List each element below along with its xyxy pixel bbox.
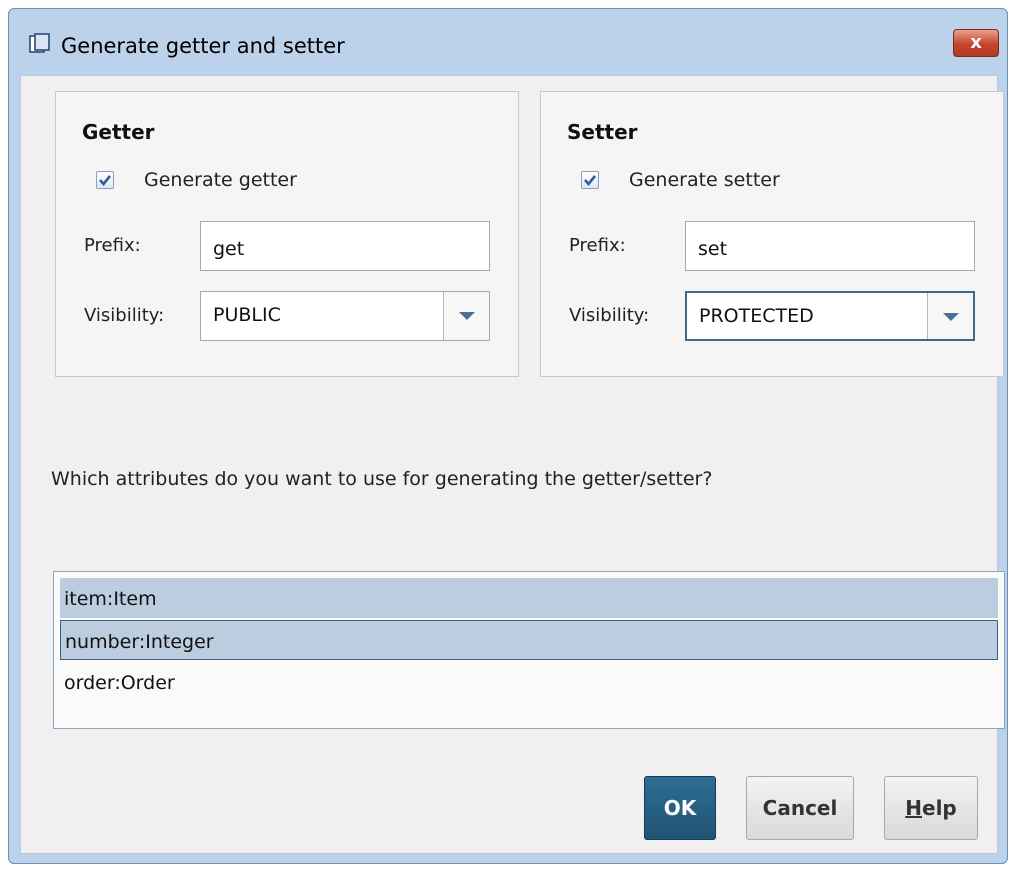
checkmark-icon	[584, 175, 597, 187]
setter-visibility-select[interactable]: PROTECTED	[685, 291, 975, 341]
setter-panel: Setter Generate setter Prefix: set Visib…	[540, 91, 1004, 377]
setter-prefix-label: Prefix:	[569, 235, 626, 256]
window-icon	[29, 33, 51, 55]
dialog-title: Generate getter and setter	[61, 34, 345, 58]
getter-visibility-value: PUBLIC	[213, 304, 281, 326]
generate-setter-checkbox[interactable]	[581, 171, 599, 189]
getter-heading: Getter	[82, 120, 155, 144]
title-bar: Generate getter and setter x	[9, 9, 1007, 79]
cancel-button[interactable]: Cancel	[746, 776, 854, 840]
ok-button[interactable]: OK	[644, 776, 716, 840]
help-mnemonic: H	[905, 796, 922, 820]
attributes-prompt: Which attributes do you want to use for …	[51, 468, 713, 490]
generate-setter-label: Generate setter	[629, 169, 780, 191]
setter-heading: Setter	[567, 120, 638, 144]
list-item-item[interactable]: item:Item	[60, 578, 998, 618]
list-item-order[interactable]: order:Order	[60, 662, 998, 702]
dialog-body: Getter Generate getter Prefix: get Visib…	[20, 75, 1005, 854]
getter-panel: Getter Generate getter Prefix: get Visib…	[55, 91, 519, 377]
attributes-list[interactable]: item:Item number:Integer order:Order	[53, 571, 1005, 729]
close-button[interactable]: x	[953, 29, 999, 57]
setter-visibility-label: Visibility:	[569, 305, 650, 326]
help-button[interactable]: Help	[884, 776, 978, 840]
checkmark-icon	[99, 175, 112, 187]
triangle-down-icon	[943, 313, 959, 321]
getter-prefix-input[interactable]: get	[200, 221, 490, 271]
setter-prefix-input[interactable]: set	[685, 221, 975, 271]
getter-prefix-label: Prefix:	[84, 235, 141, 256]
generate-getter-checkbox[interactable]	[96, 171, 114, 189]
help-label-rest: elp	[922, 796, 957, 820]
generate-getter-label: Generate getter	[144, 169, 297, 191]
list-item-number[interactable]: number:Integer	[60, 620, 998, 660]
setter-visibility-dropdown-button[interactable]	[927, 293, 973, 339]
dialog-window: Generate getter and setter x Getter Gene…	[8, 8, 1008, 864]
triangle-down-icon	[459, 312, 475, 320]
getter-visibility-dropdown-button[interactable]	[443, 292, 489, 340]
setter-visibility-value: PROTECTED	[699, 305, 814, 327]
getter-visibility-label: Visibility:	[84, 305, 165, 326]
getter-visibility-select[interactable]: PUBLIC	[200, 291, 490, 341]
